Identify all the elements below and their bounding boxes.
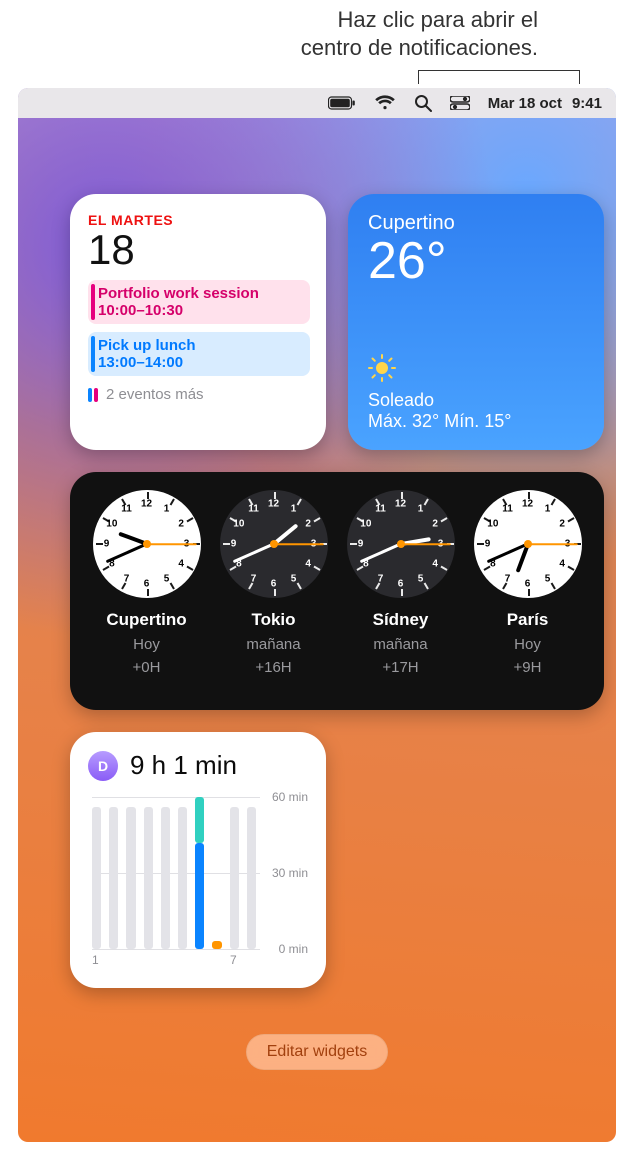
macos-desktop: Mar 18 oct 9:41 EL MARTES 18 Portfolio w… (18, 88, 616, 1142)
chart-bar (161, 807, 170, 949)
calendar-event[interactable]: Pick up lunch 13:00–14:00 (88, 332, 310, 376)
edit-widgets-button[interactable]: Editar widgets (246, 1034, 389, 1070)
weather-widget[interactable]: Cupertino 26° Soleado Máx. 32° Mín. 15° (348, 194, 604, 450)
screentime-widget[interactable]: D 9 h 1 min 60 min 30 min 0 min 1 7 (70, 732, 326, 988)
clock-day: Hoy (514, 636, 541, 653)
callout-line2: centro de notificaciones. (0, 34, 538, 62)
chart-bar (92, 807, 101, 949)
clock-offset: +16H (255, 659, 291, 676)
clock-column: 121234567891011 París Hoy +9H (467, 490, 588, 696)
y-label: 60 min (272, 790, 308, 804)
clock-city: Tokio (251, 610, 295, 630)
y-label: 30 min (272, 866, 308, 880)
x-label: 1 (92, 953, 99, 967)
clock-column: 121234567891011 Cupertino Hoy +0H (86, 490, 207, 696)
search-icon[interactable] (414, 94, 432, 112)
clock-offset: +0H (133, 659, 161, 676)
y-label: 0 min (279, 942, 308, 956)
screentime-total: 9 h 1 min (130, 750, 237, 781)
clock-face: 121234567891011 (93, 490, 201, 598)
world-clock-widget[interactable]: 121234567891011CupertinoHoy+0H1212345678… (70, 472, 604, 710)
clock-city: Sídney (373, 610, 429, 630)
calendar-widget[interactable]: EL MARTES 18 Portfolio work session 10:0… (70, 194, 326, 450)
event-time: 10:00–10:30 (98, 302, 183, 319)
chart-bar (144, 807, 153, 949)
weather-hilo: Máx. 32° Mín. 15° (368, 411, 584, 432)
x-label: 7 (230, 953, 237, 967)
callout-line1: Haz clic para abrir el (0, 6, 538, 34)
callout-annotation: Haz clic para abrir el centro de notific… (0, 0, 638, 88)
clock-face: 121234567891011 (347, 490, 455, 598)
wifi-icon[interactable] (374, 95, 396, 111)
chart-bar (126, 807, 135, 949)
clock-column: 121234567891011 Sídney mañana +17H (340, 490, 461, 696)
calendar-events: Portfolio work session 10:00–10:30 Pick … (88, 280, 310, 376)
sun-icon (368, 354, 584, 382)
menubar-date: Mar 18 oct (488, 95, 562, 112)
menubar-time: 9:41 (572, 95, 602, 112)
clock-face: 121234567891011 (474, 490, 582, 598)
clock-day: mañana (246, 636, 300, 653)
clock-day: mañana (373, 636, 427, 653)
chart-bar (230, 807, 239, 949)
clock-city: Cupertino (106, 610, 186, 630)
chart-bar (247, 807, 256, 949)
screentime-chart: 60 min 30 min 0 min 1 7 (88, 793, 308, 963)
clock-offset: +9H (514, 659, 542, 676)
control-center-icon[interactable] (450, 96, 470, 110)
menubar-datetime[interactable]: Mar 18 oct 9:41 (488, 95, 602, 112)
clock-city: París (507, 610, 549, 630)
weather-condition: Soleado (368, 390, 584, 411)
clock-column: 121234567891011 Tokio mañana +16H (213, 490, 334, 696)
callout-bracket (418, 70, 580, 84)
event-time: 13:00–14:00 (98, 354, 183, 371)
calendar-daynum: 18 (88, 226, 310, 274)
calendar-event[interactable]: Portfolio work session 10:00–10:30 (88, 280, 310, 324)
weather-temperature: 26° (368, 235, 584, 287)
menubar: Mar 18 oct 9:41 (18, 88, 616, 118)
event-title: Portfolio work session (98, 285, 302, 302)
chart-bar (109, 807, 118, 949)
battery-icon[interactable] (328, 96, 356, 110)
clock-day: Hoy (133, 636, 160, 653)
event-title: Pick up lunch (98, 337, 302, 354)
clock-face: 121234567891011 (220, 490, 328, 598)
clock-offset: +17H (382, 659, 418, 676)
chart-bar (195, 797, 204, 949)
chart-bar (178, 807, 187, 949)
calendar-more[interactable]: 2 eventos más (88, 386, 310, 403)
notification-center-widgets: EL MARTES 18 Portfolio work session 10:0… (70, 194, 604, 988)
calendar-more-label: 2 eventos más (106, 386, 204, 403)
chart-bar (212, 941, 221, 949)
avatar: D (88, 751, 118, 781)
